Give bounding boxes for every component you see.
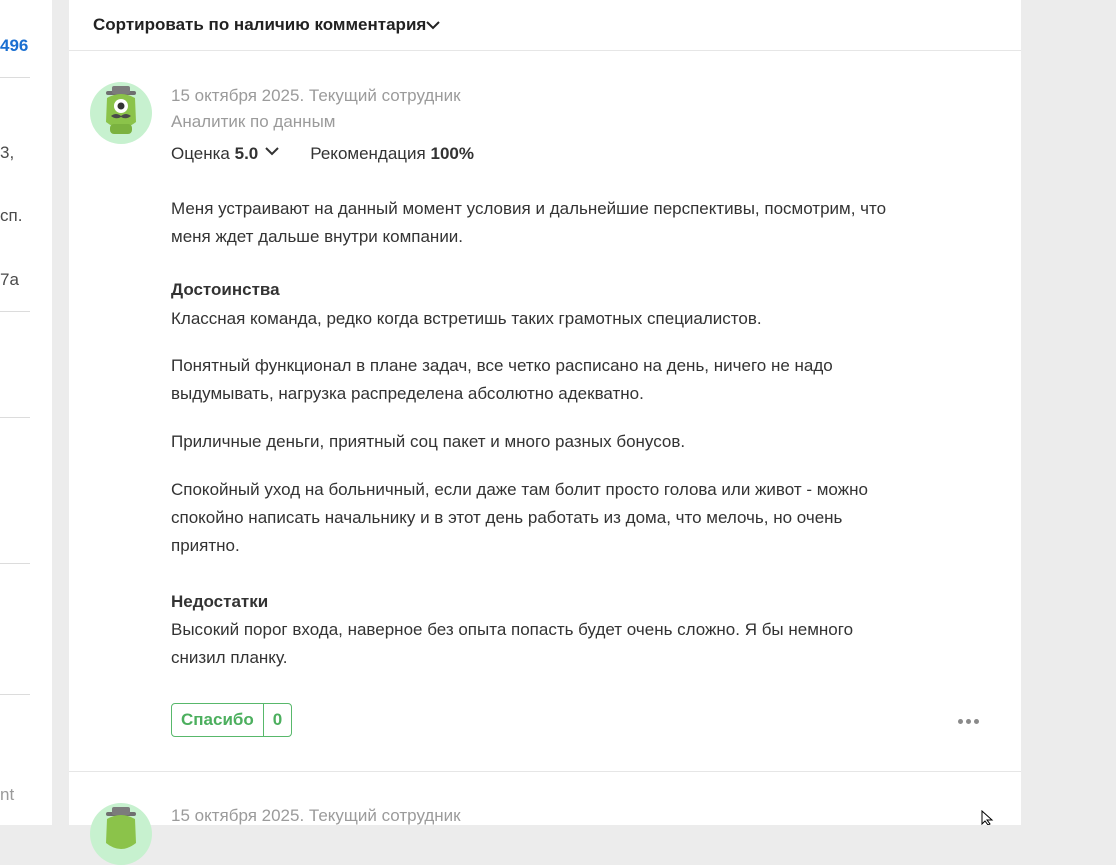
pros-paragraph: Понятный функционал в плане задач, все ч… (171, 356, 833, 403)
mouse-cursor-icon (981, 809, 995, 830)
thanks-button[interactable]: Спасибо 0 (171, 703, 293, 737)
review-card: 15 октября 2025. Текущий сотрудник Анали… (69, 51, 1021, 772)
review-position: Аналитик по данным (171, 112, 336, 131)
left-divider (0, 311, 30, 312)
cons-paragraph: Высокий порог входа, наверное без опыта … (171, 620, 854, 667)
pros-paragraph: Классная команда, редко когда встретишь … (171, 309, 762, 328)
left-fragment: сп. (0, 206, 23, 225)
left-divider (0, 417, 30, 418)
review-ratings: Оценка 5.0 Рекомендация 100% (171, 143, 474, 164)
left-divider (0, 563, 30, 564)
review-date-status: 15 октября 2025. Текущий сотрудник (171, 86, 461, 105)
left-fragment: nt (0, 785, 15, 804)
review-date-status: 15 октября 2025. Текущий сотрудник (171, 806, 461, 825)
left-column: 496 3, сп. 7а nt (0, 0, 52, 825)
cons-title: Недостатки (171, 592, 269, 611)
thanks-label[interactable]: Спасибо (172, 704, 263, 736)
sort-label[interactable]: Сортировать по наличию комментария (93, 15, 426, 35)
left-fragment: 7а (0, 270, 19, 289)
left-link-number[interactable]: 496 (0, 36, 28, 56)
more-horizontal-icon[interactable] (958, 719, 979, 724)
pros-paragraph: Приличные деньги, приятный соц пакет и м… (171, 432, 686, 451)
rating-label: Оценка (171, 143, 230, 163)
left-divider (0, 77, 30, 78)
recommendation-value: 100% (430, 143, 474, 163)
rating-value[interactable]: 5.0 (235, 144, 259, 164)
review-card: 15 октября 2025. Текущий сотрудник (69, 772, 1021, 865)
reviews-panel: Сортировать по наличию комментария 15 ок… (69, 0, 1021, 865)
pros-title: Достоинства (171, 280, 280, 299)
recommendation-label: Рекомендация (310, 143, 426, 163)
left-divider (0, 694, 30, 695)
review-summary: Меня устраивают на данный момент условия… (171, 199, 887, 246)
left-fragment: 3, (0, 143, 15, 162)
sort-dropdown[interactable]: Сортировать по наличию комментария (69, 0, 1021, 51)
monster-mascot-icon (90, 82, 152, 144)
thanks-count: 0 (262, 704, 291, 736)
monster-mascot-icon (90, 803, 152, 865)
pros-paragraph: Спокойный уход на больничный, если даже … (171, 480, 868, 555)
chevron-down-icon[interactable] (264, 143, 280, 164)
chevron-down-icon[interactable] (425, 17, 441, 38)
